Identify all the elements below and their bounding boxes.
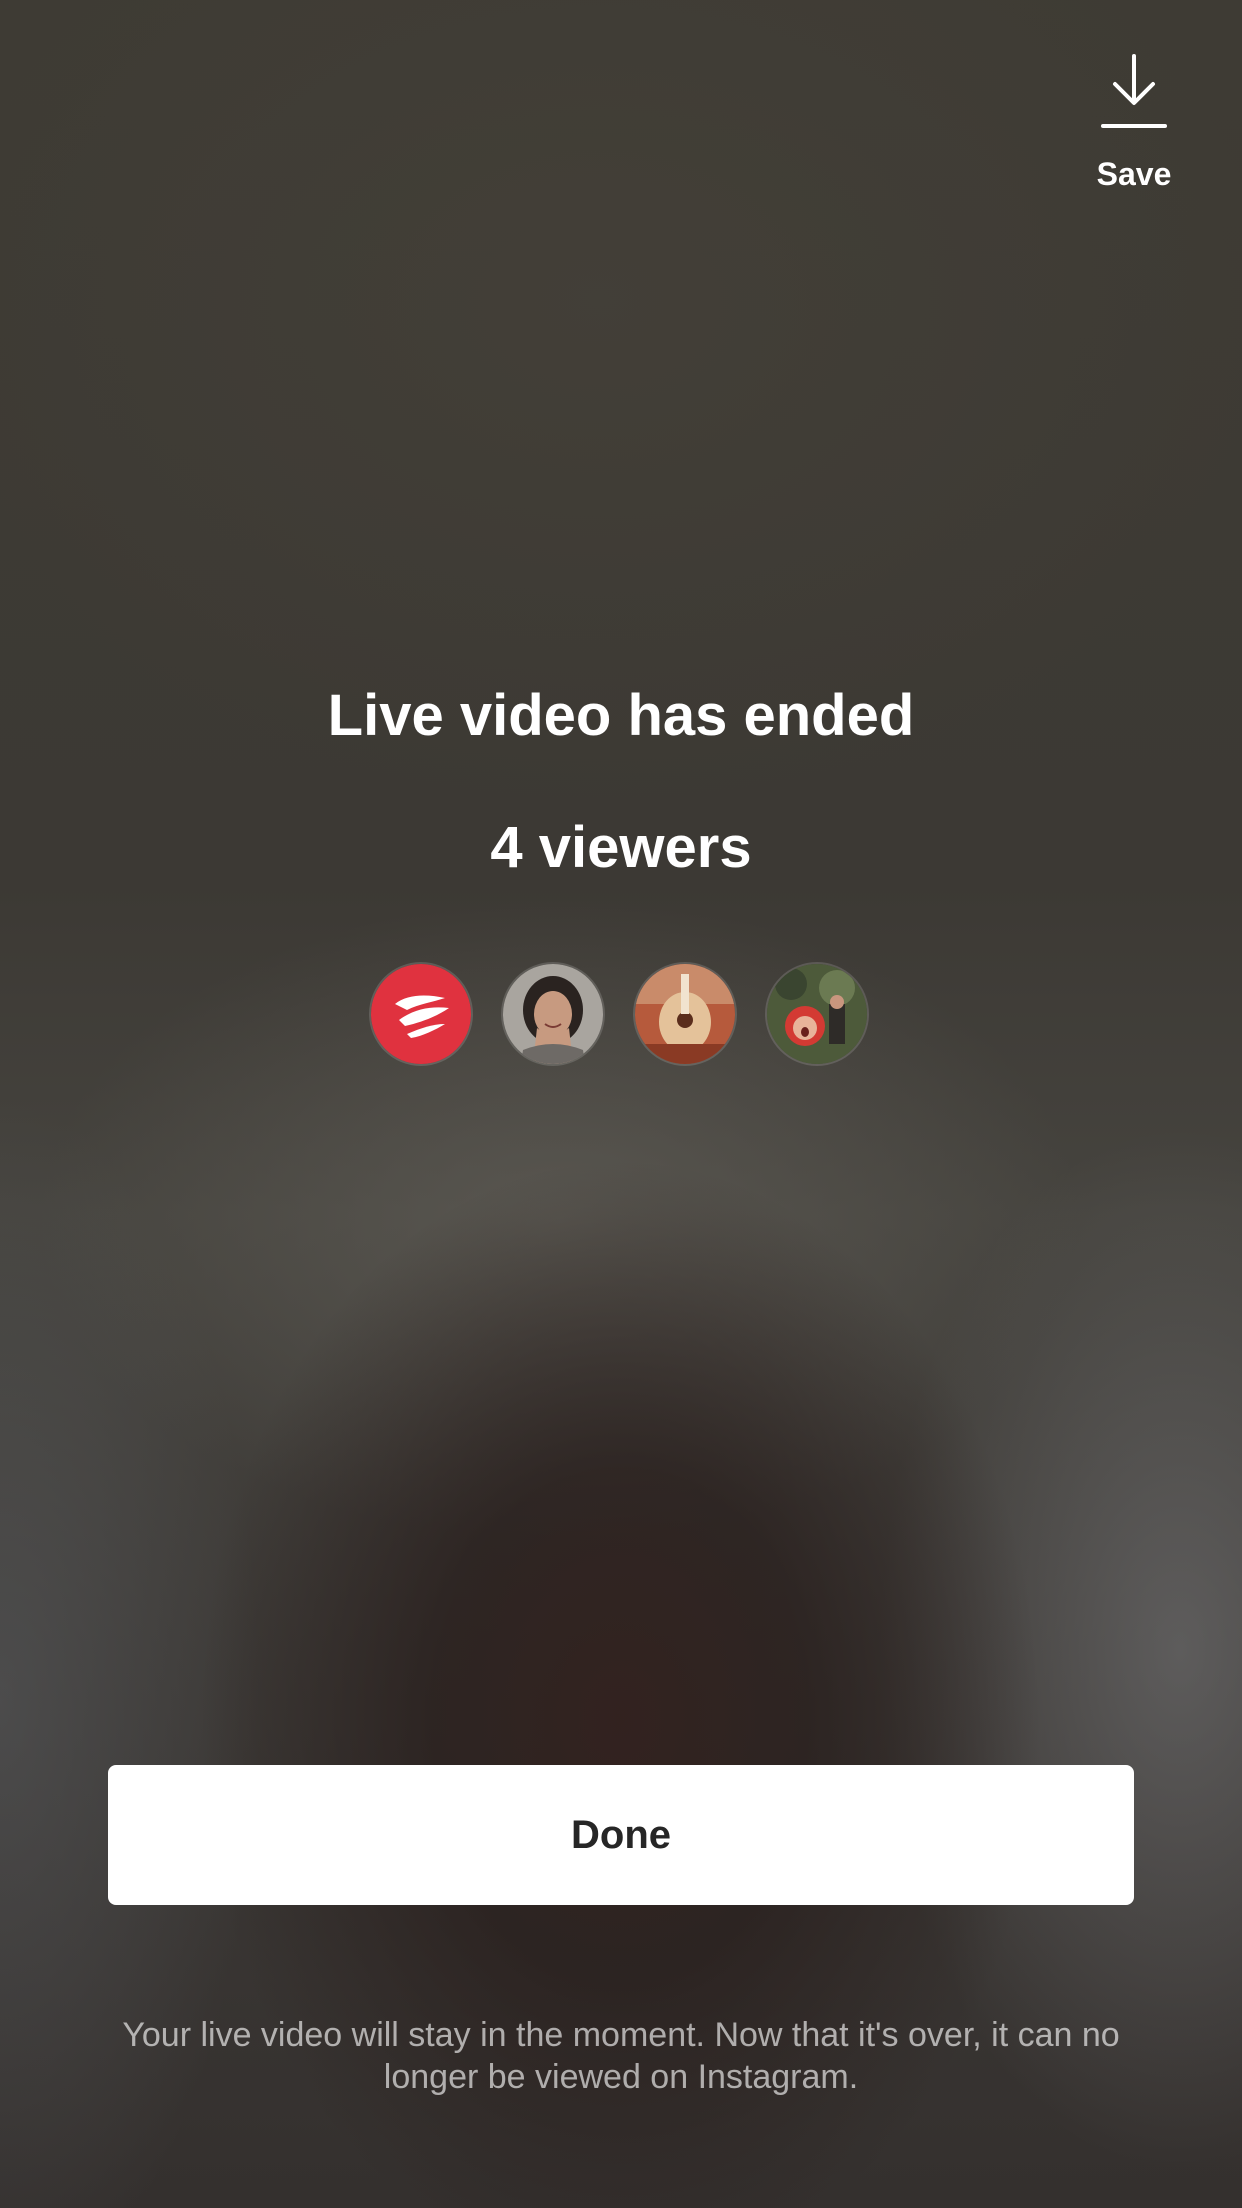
save-button[interactable]: Save xyxy=(1074,52,1194,193)
viewer-avatar-woman[interactable] xyxy=(503,964,603,1064)
viewer-avatar-guitar[interactable] xyxy=(635,964,735,1064)
guitar-photo-icon xyxy=(635,964,735,1064)
viewers-count: 4 viewers xyxy=(490,815,752,880)
download-icon xyxy=(1101,54,1167,128)
done-button[interactable]: Done xyxy=(108,1765,1134,1905)
save-label: Save xyxy=(1096,156,1172,192)
viewer-avatar-brand[interactable] xyxy=(371,964,471,1064)
viewer-avatar-child[interactable] xyxy=(767,964,867,1064)
child-photo-icon xyxy=(767,964,867,1064)
live-video-note: Your live video will stay in the moment.… xyxy=(122,2016,1120,2096)
brand-logo-icon xyxy=(371,964,471,1064)
woman-photo-icon xyxy=(503,964,603,1064)
live-ended-title: Live video has ended xyxy=(327,683,915,748)
viewer-avatars xyxy=(371,964,867,1064)
